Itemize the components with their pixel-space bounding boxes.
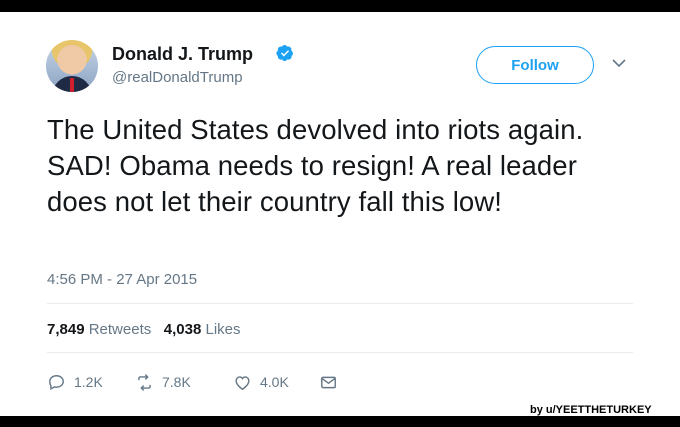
- message-button[interactable]: [319, 373, 346, 392]
- like-button[interactable]: 4.0K: [233, 373, 319, 392]
- tweet-actions: 1.2K 7.8K 4.0K: [47, 371, 346, 393]
- reply-count: 1.2K: [74, 374, 103, 390]
- follow-button[interactable]: Follow: [476, 46, 594, 84]
- likes-label[interactable]: Likes: [205, 321, 240, 338]
- tweet-text: The United States devolved into riots ag…: [47, 114, 584, 217]
- tweet-timestamp[interactable]: 4:56 PM - 27 Apr 2015: [47, 271, 197, 288]
- divider: [47, 352, 633, 353]
- likes-count[interactable]: 4,038: [164, 321, 202, 338]
- retweets-label[interactable]: Retweets: [89, 321, 152, 338]
- retweets-count[interactable]: 7,849: [47, 321, 85, 338]
- retweet-count: 7.8K: [162, 374, 191, 390]
- avatar[interactable]: [46, 40, 98, 92]
- top-border: [0, 0, 680, 12]
- retweet-button[interactable]: 7.8K: [135, 373, 233, 392]
- like-count: 4.0K: [260, 374, 289, 390]
- heart-icon: [235, 375, 250, 390]
- envelope-icon: [321, 376, 336, 388]
- avatar-tie: [70, 78, 74, 92]
- reply-icon: [49, 374, 64, 390]
- watermark-credit: by u/YEETTHETURKEY: [530, 404, 652, 416]
- divider: [47, 303, 633, 304]
- retweet-icon: [138, 373, 151, 391]
- tweet-stats: 7,849 Retweets 4,038 Likes: [47, 321, 241, 338]
- reply-button[interactable]: 1.2K: [47, 373, 135, 392]
- bottom-border: [0, 416, 680, 427]
- chevron-down-icon[interactable]: [611, 57, 627, 69]
- verified-badge-icon: [276, 45, 294, 62]
- user-handle[interactable]: @realDonaldTrump: [112, 69, 243, 86]
- user-name[interactable]: Donald J. Trump: [112, 44, 253, 65]
